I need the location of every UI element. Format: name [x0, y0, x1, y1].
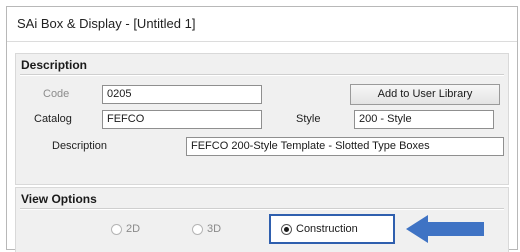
radio-3d-label: 3D	[207, 223, 222, 235]
window-title: SAi Box & Display - [Untitled 1]	[17, 16, 196, 31]
radio-3d-circle[interactable]	[192, 223, 203, 235]
description-divider	[20, 74, 504, 76]
description-field-label: Description	[52, 140, 108, 152]
radio-2d[interactable]: 2D	[111, 223, 140, 235]
title-bar: SAi Box & Display - [Untitled 1]	[7, 7, 517, 42]
style-field[interactable]: 200 - Style	[354, 110, 494, 129]
catalog-label: Catalog	[34, 113, 72, 125]
radio-selected-dot	[284, 226, 289, 232]
arrow-left-icon	[406, 215, 484, 243]
description-header: Description	[21, 58, 88, 72]
code-label: Code	[43, 88, 70, 100]
radio-2d-label: 2D	[126, 223, 141, 235]
radio-2d-circle[interactable]	[111, 223, 122, 235]
radio-construction-label: Construction	[296, 223, 358, 235]
code-field[interactable]: 0205	[102, 85, 262, 104]
catalog-field[interactable]: FEFCO	[102, 110, 262, 129]
add-to-user-library-button[interactable]: Add to User Library	[350, 84, 500, 105]
radio-3d[interactable]: 3D	[192, 223, 221, 235]
radio-construction-circle[interactable]	[281, 223, 292, 235]
view-options-divider	[20, 208, 504, 210]
view-options-header: View Options	[21, 192, 97, 206]
app-window: SAi Box & Display - [Untitled 1] Descrip…	[6, 6, 518, 252]
description-field[interactable]: FEFCO 200-Style Template - Slotted Type …	[186, 137, 504, 156]
radio-construction[interactable]: Construction	[281, 223, 358, 235]
style-label: Style	[296, 113, 321, 125]
view-options-panel: View Options 2D 3D Construction	[15, 187, 509, 252]
description-panel: Description Code 0205 Add to User Librar…	[15, 53, 509, 185]
